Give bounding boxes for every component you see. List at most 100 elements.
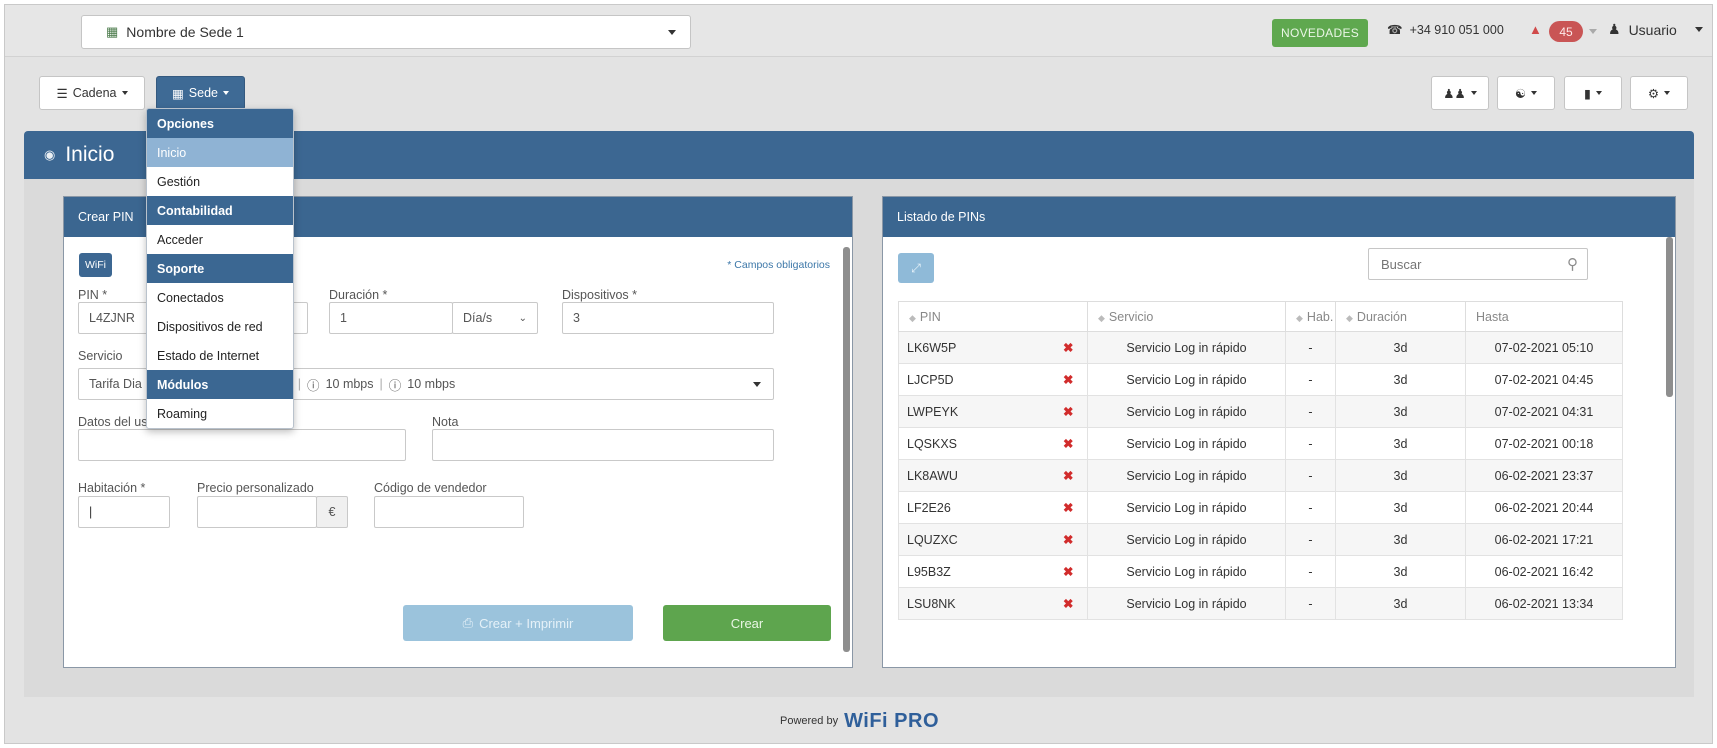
news-button[interactable]: NOVEDADES bbox=[1272, 19, 1369, 47]
note-field[interactable] bbox=[432, 429, 774, 461]
column-header-pin[interactable]: ◆ PIN bbox=[898, 301, 1088, 332]
delete-icon[interactable]: ✖ bbox=[1049, 395, 1088, 428]
upload-speed: 10 mbps bbox=[407, 377, 456, 391]
cell-room: - bbox=[1285, 395, 1336, 428]
delete-icon[interactable]: ✖ bbox=[1049, 555, 1088, 588]
table-row[interactable]: LQSKXS ✖ Servicio Log in rápido -3d 07-02-20… bbox=[898, 427, 1623, 460]
table-row[interactable]: LK8AWU ✖ Servicio Log in rápido -3d 06-02-20… bbox=[898, 459, 1623, 492]
headset-icon: ☯ bbox=[1514, 86, 1527, 101]
top-bar: ▦ Nombre de Sede 1 NOVEDADES ☎ +34 910 0… bbox=[5, 5, 1712, 57]
cell-duration: 3d bbox=[1335, 523, 1466, 556]
printer-icon: ⎙ bbox=[462, 615, 474, 630]
cell-duration: 3d bbox=[1335, 331, 1466, 364]
menu-item-m-dulos: Módulos bbox=[147, 370, 293, 399]
stats-button[interactable]: ▮ bbox=[1564, 76, 1622, 110]
cell-pin: LQSKXS bbox=[898, 427, 1050, 460]
wifipro-logo: WiFi PRO bbox=[844, 709, 940, 732]
home-icon: ◉ bbox=[44, 147, 56, 162]
cell-room: - bbox=[1285, 587, 1336, 620]
user-data-field[interactable] bbox=[78, 429, 406, 461]
users-button[interactable]: ♟♟ bbox=[1431, 76, 1489, 110]
sort-icon: ◆ bbox=[909, 312, 916, 323]
required-note: * Campos obligatorios bbox=[727, 259, 830, 271]
building-icon: ▦ bbox=[106, 24, 119, 39]
menu-item-inicio[interactable]: Inicio bbox=[147, 138, 293, 167]
hierarchy-icon: ☰ bbox=[56, 86, 68, 101]
menu-item-dispositivos-de-red[interactable]: Dispositivos de red bbox=[147, 312, 293, 341]
delete-icon[interactable]: ✖ bbox=[1049, 491, 1088, 524]
support-button[interactable]: ☯ bbox=[1497, 76, 1555, 110]
scrollbar[interactable] bbox=[1666, 237, 1673, 397]
column-header-duration[interactable]: ◆ Duración bbox=[1335, 301, 1466, 332]
table-row[interactable]: LSU8NK ✖ Servicio Log in rápido -3d 06-02-20… bbox=[898, 587, 1623, 620]
cell-until: 06-02-2021 23:37 bbox=[1465, 459, 1623, 492]
menu-item-acceder[interactable]: Acceder bbox=[147, 225, 293, 254]
column-label: Duración bbox=[1356, 309, 1407, 324]
user-icon: ♟ bbox=[1608, 21, 1621, 37]
sede-button[interactable]: ▦ Sede bbox=[156, 76, 245, 110]
seller-code-field[interactable] bbox=[374, 496, 524, 528]
site-select[interactable]: ▦ Nombre de Sede 1 bbox=[81, 15, 691, 49]
alerts-badge[interactable]: 45 bbox=[1549, 21, 1583, 42]
cell-duration: 3d bbox=[1335, 363, 1466, 396]
column-label: PIN bbox=[919, 309, 941, 324]
column-header-service[interactable]: ◆ Servicio bbox=[1087, 301, 1286, 332]
divider: | bbox=[379, 377, 383, 391]
column-header-room[interactable]: ◆ Hab. bbox=[1285, 301, 1336, 332]
cell-service: Servicio Log in rápido bbox=[1087, 363, 1286, 396]
duration-field[interactable]: 1 bbox=[329, 302, 453, 334]
cell-pin: LK6W5P bbox=[898, 331, 1050, 364]
bar-chart-icon: ▮ bbox=[1584, 86, 1591, 101]
table-row[interactable]: LWPEYK ✖ Servicio Log in rápido -3d 07-02-20… bbox=[898, 395, 1623, 428]
site-select-value: Nombre de Sede 1 bbox=[126, 24, 244, 40]
table-row[interactable]: LQUZXC ✖ Servicio Log in rápido -3d 06-02-20… bbox=[898, 523, 1623, 556]
devices-field[interactable]: 3 bbox=[562, 302, 774, 334]
chevron-down-icon[interactable] bbox=[1589, 29, 1597, 34]
cell-room: - bbox=[1285, 363, 1336, 396]
menu-item-estado-de-internet[interactable]: Estado de Internet bbox=[147, 341, 293, 370]
cell-until: 06-02-2021 17:21 bbox=[1465, 523, 1623, 556]
download-speed: 10 mbps bbox=[325, 377, 374, 391]
room-field[interactable]: | bbox=[78, 496, 170, 528]
menu-item-roaming[interactable]: Roaming bbox=[147, 399, 293, 428]
cell-pin: LJCP5D bbox=[898, 363, 1050, 396]
create-button[interactable]: Crear bbox=[663, 605, 831, 641]
delete-icon[interactable]: ✖ bbox=[1049, 427, 1088, 460]
table-row[interactable]: LJCP5D ✖ Servicio Log in rápido -3d 07-02-20… bbox=[898, 363, 1623, 396]
scrollbar[interactable] bbox=[843, 247, 850, 652]
menu-item-conectados[interactable]: Conectados bbox=[147, 283, 293, 312]
cadena-label: Cadena bbox=[72, 86, 117, 100]
user-name: Usuario bbox=[1628, 21, 1677, 38]
phone-number: +34 910 051 000 bbox=[1409, 22, 1504, 37]
column-header-until[interactable]: Hasta bbox=[1465, 301, 1623, 332]
cell-pin: LSU8NK bbox=[898, 587, 1050, 620]
table-row[interactable]: LF2E26 ✖ Servicio Log in rápido -3d 06-02-20… bbox=[898, 491, 1623, 524]
settings-button[interactable]: ⚙ bbox=[1630, 76, 1688, 110]
cell-service: Servicio Log in rápido bbox=[1087, 331, 1286, 364]
delete-icon[interactable]: ✖ bbox=[1049, 587, 1088, 620]
wifi-tag[interactable]: WiFi bbox=[79, 253, 112, 277]
delete-icon[interactable]: ✖ bbox=[1049, 363, 1088, 396]
cadena-button[interactable]: ☰ Cadena bbox=[39, 76, 145, 110]
cell-duration: 3d bbox=[1335, 395, 1466, 428]
app-window: ▦ Nombre de Sede 1 NOVEDADES ☎ +34 910 0… bbox=[4, 4, 1713, 744]
table-viewport: ◆ PIN ◆ Servicio ◆ Hab. ◆ Duración Hasta LK6… bbox=[883, 197, 1675, 627]
cell-pin: LWPEYK bbox=[898, 395, 1050, 428]
duration-unit-select[interactable]: Día/s ⌄ bbox=[452, 302, 538, 334]
user-menu[interactable]: ♟ Usuario bbox=[1608, 21, 1703, 38]
gear-icon: ⚙ bbox=[1647, 86, 1660, 101]
chevron-down-icon bbox=[1694, 27, 1703, 32]
create-print-button[interactable]: ⎙ Crear + Imprimir bbox=[403, 605, 633, 641]
cell-until: 07-02-2021 00:18 bbox=[1465, 427, 1623, 460]
sort-icon: ◆ bbox=[1098, 312, 1105, 323]
cell-duration: 3d bbox=[1335, 459, 1466, 492]
delete-icon[interactable]: ✖ bbox=[1049, 523, 1088, 556]
delete-icon[interactable]: ✖ bbox=[1049, 459, 1088, 492]
cell-room: - bbox=[1285, 491, 1336, 524]
custom-price-field[interactable] bbox=[197, 496, 317, 528]
table-row[interactable]: LK6W5P ✖ Servicio Log in rápido -3d 07-02-20… bbox=[898, 331, 1623, 364]
delete-icon[interactable]: ✖ bbox=[1049, 331, 1088, 364]
menu-item-gesti-n[interactable]: Gestión bbox=[147, 167, 293, 196]
bell-icon[interactable]: ▲ bbox=[1529, 22, 1542, 37]
table-row[interactable]: L95B3Z ✖ Servicio Log in rápido -3d 06-02-20… bbox=[898, 555, 1623, 588]
